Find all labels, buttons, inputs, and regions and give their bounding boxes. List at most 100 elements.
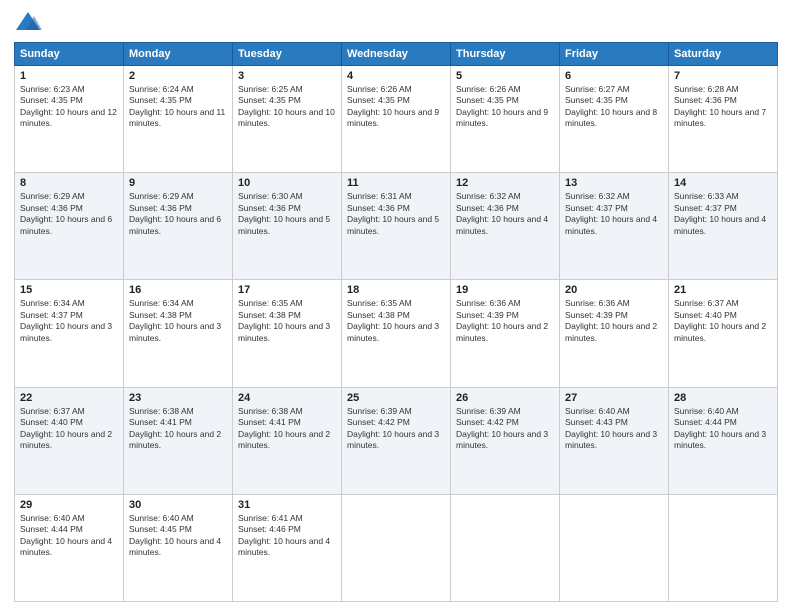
day-info: Sunrise: 6:34 AMSunset: 4:38 PMDaylight:… xyxy=(129,298,227,344)
day-info: Sunrise: 6:35 AMSunset: 4:38 PMDaylight:… xyxy=(347,298,445,344)
day-cell: 12 Sunrise: 6:32 AMSunset: 4:36 PMDaylig… xyxy=(451,173,560,280)
day-cell: 11 Sunrise: 6:31 AMSunset: 4:36 PMDaylig… xyxy=(342,173,451,280)
day-number: 2 xyxy=(129,70,227,82)
day-number: 13 xyxy=(565,177,663,189)
day-cell: 14 Sunrise: 6:33 AMSunset: 4:37 PMDaylig… xyxy=(669,173,778,280)
day-cell: 2 Sunrise: 6:24 AMSunset: 4:35 PMDayligh… xyxy=(124,66,233,173)
day-info: Sunrise: 6:27 AMSunset: 4:35 PMDaylight:… xyxy=(565,84,663,130)
day-info: Sunrise: 6:30 AMSunset: 4:36 PMDaylight:… xyxy=(238,191,336,237)
day-number: 8 xyxy=(20,177,118,189)
day-info: Sunrise: 6:26 AMSunset: 4:35 PMDaylight:… xyxy=(347,84,445,130)
day-cell: 1 Sunrise: 6:23 AMSunset: 4:35 PMDayligh… xyxy=(15,66,124,173)
day-cell: 24 Sunrise: 6:38 AMSunset: 4:41 PMDaylig… xyxy=(233,387,342,494)
day-number: 26 xyxy=(456,392,554,404)
day-cell xyxy=(560,494,669,601)
day-number: 22 xyxy=(20,392,118,404)
day-cell: 26 Sunrise: 6:39 AMSunset: 4:42 PMDaylig… xyxy=(451,387,560,494)
day-cell: 3 Sunrise: 6:25 AMSunset: 4:35 PMDayligh… xyxy=(233,66,342,173)
column-header-wednesday: Wednesday xyxy=(342,43,451,66)
day-cell: 25 Sunrise: 6:39 AMSunset: 4:42 PMDaylig… xyxy=(342,387,451,494)
calendar-table: SundayMondayTuesdayWednesdayThursdayFrid… xyxy=(14,42,778,602)
day-number: 21 xyxy=(674,284,772,296)
day-info: Sunrise: 6:36 AMSunset: 4:39 PMDaylight:… xyxy=(456,298,554,344)
day-number: 24 xyxy=(238,392,336,404)
day-cell: 16 Sunrise: 6:34 AMSunset: 4:38 PMDaylig… xyxy=(124,280,233,387)
day-cell: 9 Sunrise: 6:29 AMSunset: 4:36 PMDayligh… xyxy=(124,173,233,280)
day-number: 6 xyxy=(565,70,663,82)
day-info: Sunrise: 6:41 AMSunset: 4:46 PMDaylight:… xyxy=(238,513,336,559)
day-cell: 23 Sunrise: 6:38 AMSunset: 4:41 PMDaylig… xyxy=(124,387,233,494)
day-info: Sunrise: 6:37 AMSunset: 4:40 PMDaylight:… xyxy=(20,406,118,452)
day-info: Sunrise: 6:34 AMSunset: 4:37 PMDaylight:… xyxy=(20,298,118,344)
day-cell: 27 Sunrise: 6:40 AMSunset: 4:43 PMDaylig… xyxy=(560,387,669,494)
day-info: Sunrise: 6:24 AMSunset: 4:35 PMDaylight:… xyxy=(129,84,227,130)
column-header-monday: Monday xyxy=(124,43,233,66)
day-cell: 28 Sunrise: 6:40 AMSunset: 4:44 PMDaylig… xyxy=(669,387,778,494)
day-number: 10 xyxy=(238,177,336,189)
day-cell: 21 Sunrise: 6:37 AMSunset: 4:40 PMDaylig… xyxy=(669,280,778,387)
day-number: 18 xyxy=(347,284,445,296)
day-info: Sunrise: 6:40 AMSunset: 4:44 PMDaylight:… xyxy=(20,513,118,559)
day-cell: 18 Sunrise: 6:35 AMSunset: 4:38 PMDaylig… xyxy=(342,280,451,387)
day-number: 19 xyxy=(456,284,554,296)
day-info: Sunrise: 6:32 AMSunset: 4:37 PMDaylight:… xyxy=(565,191,663,237)
day-info: Sunrise: 6:35 AMSunset: 4:38 PMDaylight:… xyxy=(238,298,336,344)
day-info: Sunrise: 6:31 AMSunset: 4:36 PMDaylight:… xyxy=(347,191,445,237)
day-cell xyxy=(669,494,778,601)
day-cell: 13 Sunrise: 6:32 AMSunset: 4:37 PMDaylig… xyxy=(560,173,669,280)
day-info: Sunrise: 6:37 AMSunset: 4:40 PMDaylight:… xyxy=(674,298,772,344)
day-info: Sunrise: 6:26 AMSunset: 4:35 PMDaylight:… xyxy=(456,84,554,130)
day-cell: 5 Sunrise: 6:26 AMSunset: 4:35 PMDayligh… xyxy=(451,66,560,173)
day-cell: 15 Sunrise: 6:34 AMSunset: 4:37 PMDaylig… xyxy=(15,280,124,387)
day-info: Sunrise: 6:40 AMSunset: 4:44 PMDaylight:… xyxy=(674,406,772,452)
day-number: 16 xyxy=(129,284,227,296)
day-number: 5 xyxy=(456,70,554,82)
day-info: Sunrise: 6:39 AMSunset: 4:42 PMDaylight:… xyxy=(456,406,554,452)
day-cell xyxy=(451,494,560,601)
day-number: 15 xyxy=(20,284,118,296)
day-number: 30 xyxy=(129,499,227,511)
day-cell: 31 Sunrise: 6:41 AMSunset: 4:46 PMDaylig… xyxy=(233,494,342,601)
column-header-saturday: Saturday xyxy=(669,43,778,66)
day-info: Sunrise: 6:23 AMSunset: 4:35 PMDaylight:… xyxy=(20,84,118,130)
day-number: 23 xyxy=(129,392,227,404)
week-row-5: 29 Sunrise: 6:40 AMSunset: 4:44 PMDaylig… xyxy=(15,494,778,601)
column-header-sunday: Sunday xyxy=(15,43,124,66)
logo xyxy=(14,10,46,34)
day-number: 14 xyxy=(674,177,772,189)
day-cell: 22 Sunrise: 6:37 AMSunset: 4:40 PMDaylig… xyxy=(15,387,124,494)
day-number: 12 xyxy=(456,177,554,189)
day-number: 4 xyxy=(347,70,445,82)
day-number: 7 xyxy=(674,70,772,82)
day-number: 27 xyxy=(565,392,663,404)
day-info: Sunrise: 6:38 AMSunset: 4:41 PMDaylight:… xyxy=(238,406,336,452)
day-info: Sunrise: 6:33 AMSunset: 4:37 PMDaylight:… xyxy=(674,191,772,237)
day-cell: 10 Sunrise: 6:30 AMSunset: 4:36 PMDaylig… xyxy=(233,173,342,280)
day-info: Sunrise: 6:39 AMSunset: 4:42 PMDaylight:… xyxy=(347,406,445,452)
day-info: Sunrise: 6:40 AMSunset: 4:45 PMDaylight:… xyxy=(129,513,227,559)
day-number: 25 xyxy=(347,392,445,404)
day-cell: 8 Sunrise: 6:29 AMSunset: 4:36 PMDayligh… xyxy=(15,173,124,280)
day-cell: 4 Sunrise: 6:26 AMSunset: 4:35 PMDayligh… xyxy=(342,66,451,173)
week-row-1: 1 Sunrise: 6:23 AMSunset: 4:35 PMDayligh… xyxy=(15,66,778,173)
calendar-page: SundayMondayTuesdayWednesdayThursdayFrid… xyxy=(0,0,792,612)
day-number: 28 xyxy=(674,392,772,404)
day-number: 11 xyxy=(347,177,445,189)
day-number: 1 xyxy=(20,70,118,82)
day-cell: 29 Sunrise: 6:40 AMSunset: 4:44 PMDaylig… xyxy=(15,494,124,601)
day-info: Sunrise: 6:32 AMSunset: 4:36 PMDaylight:… xyxy=(456,191,554,237)
day-cell: 20 Sunrise: 6:36 AMSunset: 4:39 PMDaylig… xyxy=(560,280,669,387)
day-cell: 6 Sunrise: 6:27 AMSunset: 4:35 PMDayligh… xyxy=(560,66,669,173)
day-info: Sunrise: 6:29 AMSunset: 4:36 PMDaylight:… xyxy=(20,191,118,237)
day-cell: 30 Sunrise: 6:40 AMSunset: 4:45 PMDaylig… xyxy=(124,494,233,601)
day-info: Sunrise: 6:38 AMSunset: 4:41 PMDaylight:… xyxy=(129,406,227,452)
day-cell xyxy=(342,494,451,601)
day-cell: 7 Sunrise: 6:28 AMSunset: 4:36 PMDayligh… xyxy=(669,66,778,173)
day-number: 29 xyxy=(20,499,118,511)
week-row-2: 8 Sunrise: 6:29 AMSunset: 4:36 PMDayligh… xyxy=(15,173,778,280)
day-number: 20 xyxy=(565,284,663,296)
column-header-friday: Friday xyxy=(560,43,669,66)
day-number: 17 xyxy=(238,284,336,296)
week-row-4: 22 Sunrise: 6:37 AMSunset: 4:40 PMDaylig… xyxy=(15,387,778,494)
week-row-3: 15 Sunrise: 6:34 AMSunset: 4:37 PMDaylig… xyxy=(15,280,778,387)
